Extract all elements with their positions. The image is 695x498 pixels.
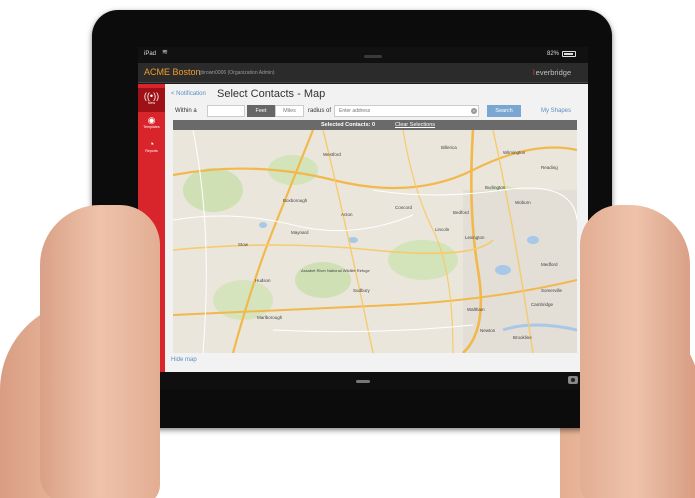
camera-icon: [568, 376, 578, 384]
map-label-lexington: Lexington: [465, 235, 485, 240]
map-label-brookline: Brookline: [513, 335, 532, 340]
radius-input[interactable]: [207, 105, 245, 117]
sidebar-item-reports[interactable]: ◔ Reports: [138, 136, 165, 160]
map-label-concord: Concord: [395, 205, 413, 210]
map-canvas[interactable]: [173, 130, 577, 353]
tablet-speaker: [364, 55, 382, 58]
map-label-cambridge: Cambridge: [531, 302, 554, 307]
battery-icon: [562, 51, 576, 57]
broadcast-icon: ((•)): [143, 91, 160, 101]
map-label-woburn: Woburn: [515, 200, 531, 205]
clear-selections-link[interactable]: Clear Selections: [395, 122, 435, 128]
map-label-stow: Stow: [238, 242, 249, 247]
address-input[interactable]: [334, 105, 479, 117]
map-label-lincoln: Lincoln: [435, 227, 450, 232]
map-label-wilmington: Wilmington: [503, 150, 526, 155]
tablet-bottom-bar: [138, 372, 588, 390]
brand-logo: ⌇everbridge: [532, 68, 572, 77]
search-button[interactable]: Search: [487, 105, 521, 117]
map-label-newton: Newton: [480, 328, 496, 333]
templates-icon: ◉: [147, 115, 156, 125]
map-label-assabet-refuge: Assabet River National Wildlife Refuge: [301, 268, 370, 273]
user-role-label: | rjbrown0006 (Organization Admin): [196, 70, 275, 76]
organization-name[interactable]: ACME Boston: [144, 67, 201, 77]
map-label-billerica: Billerica: [441, 145, 457, 150]
map-label-westford: Westford: [323, 152, 341, 157]
home-indicator: [356, 380, 370, 383]
ios-status-bar: iPad ≋ 82%: [138, 47, 588, 63]
unit-miles-toggle[interactable]: Miles: [275, 105, 304, 117]
wifi-icon: ≋: [162, 49, 168, 56]
contacts-map[interactable]: Acton Concord Lincoln Lexington Burlingt…: [173, 130, 577, 353]
map-label-boxborough: Boxborough: [283, 198, 308, 203]
pie-chart-icon: ◔: [148, 139, 155, 149]
left-hand-thumb: [40, 205, 160, 498]
map-label-acton: Acton: [341, 212, 353, 217]
back-to-notification-link[interactable]: < Notification: [171, 91, 206, 97]
my-shapes-link[interactable]: My Shapes: [541, 108, 571, 114]
right-hand-thumb: [580, 205, 690, 498]
page-title: Select Contacts - Map: [217, 88, 326, 100]
map-label-bedford: Bedford: [453, 210, 469, 215]
map-label-maynard: Maynard: [291, 230, 309, 235]
radius-of-label: radius of: [308, 108, 332, 114]
map-label-hudson: Hudson: [255, 278, 271, 283]
hide-map-link[interactable]: Hide map: [171, 357, 197, 363]
app-header: ACME Boston | rjbrown0006 (Organization …: [138, 63, 588, 83]
sidebar-item-new[interactable]: ((•)) New: [138, 88, 165, 112]
tablet-screen: iPad ≋ 82% ACME Boston | rjbrown0006 (Or…: [138, 47, 588, 390]
photo-scene: iPad ≋ 82% ACME Boston | rjbrown0006 (Or…: [0, 0, 695, 498]
sidebar-item-templates[interactable]: ◉ Templates: [138, 112, 165, 136]
within-label: Within a: [175, 108, 197, 114]
selection-bar: Selected Contacts: 0 Clear Selections: [173, 120, 577, 130]
map-label-waltham: Waltham: [467, 307, 485, 312]
carrier-label: iPad: [144, 51, 157, 57]
main-content: < Notification Select Contacts - Map Wit…: [165, 84, 588, 372]
map-label-burlington: Burlington: [485, 185, 506, 190]
battery-percent: 82%: [547, 51, 560, 57]
map-label-reading: Reading: [541, 165, 558, 170]
selected-contacts-count: Selected Contacts: 0: [321, 122, 376, 128]
clear-address-icon[interactable]: ×: [471, 108, 477, 114]
unit-feet-toggle[interactable]: Feet: [247, 105, 275, 117]
map-label-somerville: Somerville: [541, 288, 563, 293]
map-toolbar: Within a Feet Miles radius of × Search M…: [171, 105, 581, 118]
map-label-marlborough: Marlborough: [257, 315, 283, 320]
map-label-sudbury: Sudbury: [353, 288, 370, 293]
map-label-medford: Medford: [541, 262, 558, 267]
